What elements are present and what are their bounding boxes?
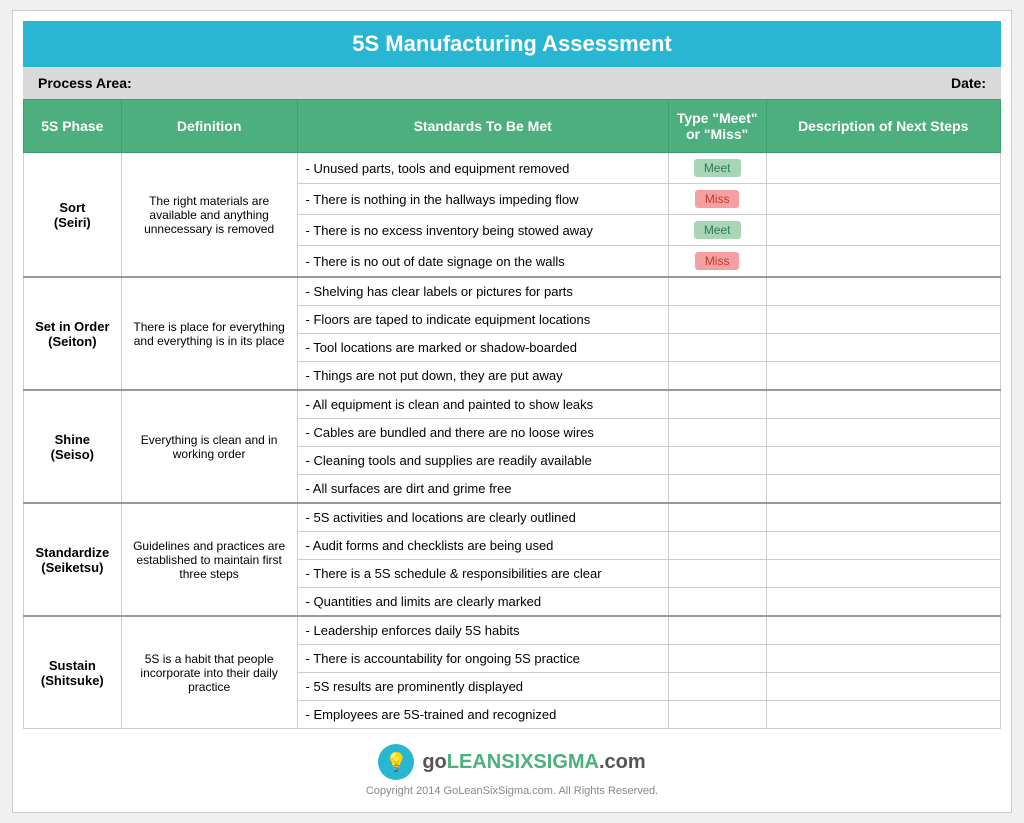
next-steps-cell[interactable] (766, 616, 1001, 645)
table-header-row: 5S Phase Definition Standards To Be Met … (24, 100, 1001, 153)
footer-copyright: Copyright 2014 GoLeanSixSigma.com. All R… (23, 785, 1001, 797)
type-cell[interactable]: Miss (668, 246, 766, 278)
standard-cell: - 5S results are prominently displayed (297, 673, 668, 701)
main-title: 5S Manufacturing Assessment (23, 21, 1001, 67)
meta-row: Process Area: Date: (23, 67, 1001, 99)
standard-cell: - Shelving has clear labels or pictures … (297, 277, 668, 306)
standard-cell: - There is a 5S schedule & responsibilit… (297, 560, 668, 588)
type-cell[interactable] (668, 532, 766, 560)
meet-badge: Meet (694, 159, 741, 177)
type-cell[interactable] (668, 560, 766, 588)
phase-cell: Set in Order (Seiton) (24, 277, 122, 390)
header-standards: Standards To Be Met (297, 100, 668, 153)
type-cell[interactable] (668, 419, 766, 447)
standard-cell: - Cables are bundled and there are no lo… (297, 419, 668, 447)
type-cell[interactable] (668, 306, 766, 334)
definition-cell: There is place for everything and everyt… (121, 277, 297, 390)
type-cell[interactable] (668, 334, 766, 362)
type-cell[interactable] (668, 362, 766, 391)
standard-cell: - Employees are 5S-trained and recognize… (297, 701, 668, 729)
assessment-table: 5S Phase Definition Standards To Be Met … (23, 99, 1001, 729)
definition-cell: 5S is a habit that people incorporate in… (121, 616, 297, 729)
next-steps-cell[interactable] (766, 362, 1001, 391)
table-row: Sort (Seiri)The right materials are avai… (24, 153, 1001, 184)
phase-cell: Standardize (Seiketsu) (24, 503, 122, 616)
definition-cell: Guidelines and practices are established… (121, 503, 297, 616)
next-steps-cell[interactable] (766, 334, 1001, 362)
next-steps-cell[interactable] (766, 475, 1001, 504)
standard-cell: - Leadership enforces daily 5S habits (297, 616, 668, 645)
phase-cell: Sort (Seiri) (24, 153, 122, 278)
next-steps-cell[interactable] (766, 306, 1001, 334)
header-definition: Definition (121, 100, 297, 153)
next-steps-cell[interactable] (766, 447, 1001, 475)
next-steps-cell[interactable] (766, 390, 1001, 419)
type-cell[interactable] (668, 475, 766, 504)
type-cell[interactable]: Meet (668, 215, 766, 246)
table-row: Sustain (Shitsuke)5S is a habit that peo… (24, 616, 1001, 645)
next-steps-cell[interactable] (766, 215, 1001, 246)
standard-cell: - Unused parts, tools and equipment remo… (297, 153, 668, 184)
standard-cell: - Floors are taped to indicate equipment… (297, 306, 668, 334)
miss-badge: Miss (695, 252, 740, 270)
next-steps-cell[interactable] (766, 246, 1001, 278)
standard-cell: - Tool locations are marked or shadow-bo… (297, 334, 668, 362)
footer-logo: 💡 goLEANSIXSIGMA.com (23, 744, 1001, 780)
footer: 💡 goLEANSIXSIGMA.com Copyright 2014 GoLe… (23, 729, 1001, 802)
type-cell[interactable] (668, 673, 766, 701)
definition-cell: The right materials are available and an… (121, 153, 297, 278)
type-cell[interactable] (668, 616, 766, 645)
definition-cell: Everything is clean and in working order (121, 390, 297, 503)
standard-cell: - There is nothing in the hallways imped… (297, 184, 668, 215)
standard-cell: - Cleaning tools and supplies are readil… (297, 447, 668, 475)
next-steps-cell[interactable] (766, 645, 1001, 673)
type-cell[interactable] (668, 588, 766, 617)
type-cell[interactable]: Miss (668, 184, 766, 215)
header-next-steps: Description of Next Steps (766, 100, 1001, 153)
next-steps-cell[interactable] (766, 560, 1001, 588)
process-area-label: Process Area: (38, 75, 132, 91)
type-cell[interactable] (668, 390, 766, 419)
type-cell[interactable]: Meet (668, 153, 766, 184)
phase-cell: Sustain (Shitsuke) (24, 616, 122, 729)
next-steps-cell[interactable] (766, 277, 1001, 306)
type-cell[interactable] (668, 447, 766, 475)
next-steps-cell[interactable] (766, 532, 1001, 560)
page-wrapper: 5S Manufacturing Assessment Process Area… (12, 10, 1012, 813)
header-type: Type "Meet" or "Miss" (668, 100, 766, 153)
logo-text: goLEANSIXSIGMA.com (422, 751, 645, 774)
next-steps-cell[interactable] (766, 503, 1001, 532)
type-cell[interactable] (668, 645, 766, 673)
standard-cell: - Audit forms and checklists are being u… (297, 532, 668, 560)
logo-icon: 💡 (378, 744, 414, 780)
next-steps-cell[interactable] (766, 673, 1001, 701)
standard-cell: - Quantities and limits are clearly mark… (297, 588, 668, 617)
next-steps-cell[interactable] (766, 701, 1001, 729)
standard-cell: - There is no out of date signage on the… (297, 246, 668, 278)
miss-badge: Miss (695, 190, 740, 208)
next-steps-cell[interactable] (766, 153, 1001, 184)
header-phase: 5S Phase (24, 100, 122, 153)
type-cell[interactable] (668, 277, 766, 306)
standard-cell: - All equipment is clean and painted to … (297, 390, 668, 419)
type-cell[interactable] (668, 503, 766, 532)
table-row: Shine (Seiso)Everything is clean and in … (24, 390, 1001, 419)
meet-badge: Meet (694, 221, 741, 239)
standard-cell: - All surfaces are dirt and grime free (297, 475, 668, 504)
standard-cell: - 5S activities and locations are clearl… (297, 503, 668, 532)
table-row: Set in Order (Seiton)There is place for … (24, 277, 1001, 306)
type-cell[interactable] (668, 701, 766, 729)
date-label: Date: (951, 75, 986, 91)
table-row: Standardize (Seiketsu)Guidelines and pra… (24, 503, 1001, 532)
next-steps-cell[interactable] (766, 184, 1001, 215)
standard-cell: - There is no excess inventory being sto… (297, 215, 668, 246)
standard-cell: - There is accountability for ongoing 5S… (297, 645, 668, 673)
next-steps-cell[interactable] (766, 419, 1001, 447)
next-steps-cell[interactable] (766, 588, 1001, 617)
phase-cell: Shine (Seiso) (24, 390, 122, 503)
standard-cell: - Things are not put down, they are put … (297, 362, 668, 391)
